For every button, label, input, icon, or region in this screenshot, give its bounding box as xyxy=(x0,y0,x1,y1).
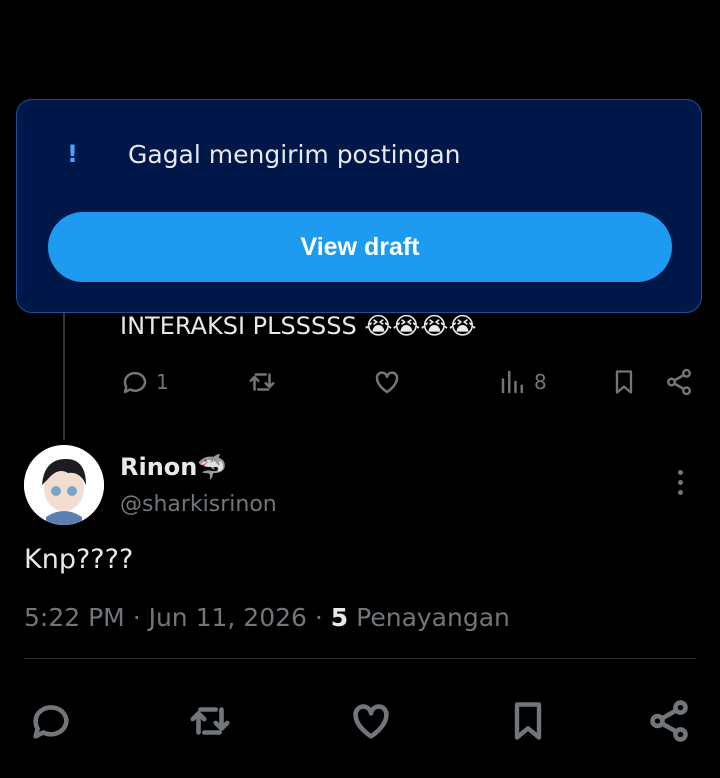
share-button[interactable] xyxy=(664,367,694,397)
thread-line xyxy=(63,300,65,440)
avatar[interactable] xyxy=(24,445,104,525)
bookmark-button[interactable] xyxy=(610,367,638,397)
share-icon xyxy=(650,700,688,742)
views-label: Penayangan xyxy=(356,603,510,632)
display-name[interactable]: Rinon🦈 xyxy=(120,453,227,481)
views-count: 8 xyxy=(534,370,547,394)
main-reply-button[interactable] xyxy=(28,698,74,748)
views-number: 5 xyxy=(330,603,349,632)
bookmark-icon xyxy=(615,370,633,394)
alert-icon: ! xyxy=(67,140,78,168)
reply-icon xyxy=(33,705,69,739)
parent-tweet-body: INTERAKSI PLSSSSS xyxy=(120,312,357,340)
reply-button[interactable]: 1 xyxy=(120,367,169,397)
error-toast: ! Gagal mengirim postingan View draft xyxy=(16,99,702,313)
display-name-text: Rinon xyxy=(120,453,198,481)
more-icon[interactable] xyxy=(672,470,688,500)
parent-tweet-text: INTERAKSI PLSSSSS 😭😭😭😭 xyxy=(120,312,476,340)
tweet-meta: 5:22 PM · Jun 11, 2026 · 5 Penayangan xyxy=(24,603,510,632)
like-icon xyxy=(353,704,389,739)
shark-emoji: 🦈 xyxy=(197,453,228,481)
main-retweet-button[interactable] xyxy=(186,698,234,748)
view-draft-button[interactable]: View draft xyxy=(48,212,672,282)
like-icon xyxy=(375,371,399,394)
main-like-button[interactable] xyxy=(348,698,394,748)
main-bookmark-button[interactable] xyxy=(506,698,550,748)
tweet-date[interactable]: Jun 11, 2026 xyxy=(149,603,307,632)
parent-tweet-emoji: 😭😭😭😭 xyxy=(364,312,477,340)
retweet-icon xyxy=(190,707,230,735)
retweet-icon xyxy=(249,373,275,391)
tweet-text: Knp???? xyxy=(24,544,134,575)
reply-icon xyxy=(123,371,147,394)
avatar-image xyxy=(24,445,104,525)
views-icon xyxy=(501,370,523,394)
toast-message: Gagal mengirim postingan xyxy=(128,140,461,169)
views-button[interactable]: 8 xyxy=(498,367,547,397)
user-handle[interactable]: @sharkisrinon xyxy=(120,492,277,517)
divider xyxy=(24,658,696,659)
share-icon xyxy=(667,368,691,396)
like-button[interactable] xyxy=(372,367,402,397)
tweet-time[interactable]: 5:22 PM xyxy=(24,603,125,632)
retweet-button[interactable] xyxy=(246,367,278,397)
main-share-button[interactable] xyxy=(646,698,692,748)
bookmark-icon xyxy=(514,702,542,740)
reply-count: 1 xyxy=(156,370,169,394)
